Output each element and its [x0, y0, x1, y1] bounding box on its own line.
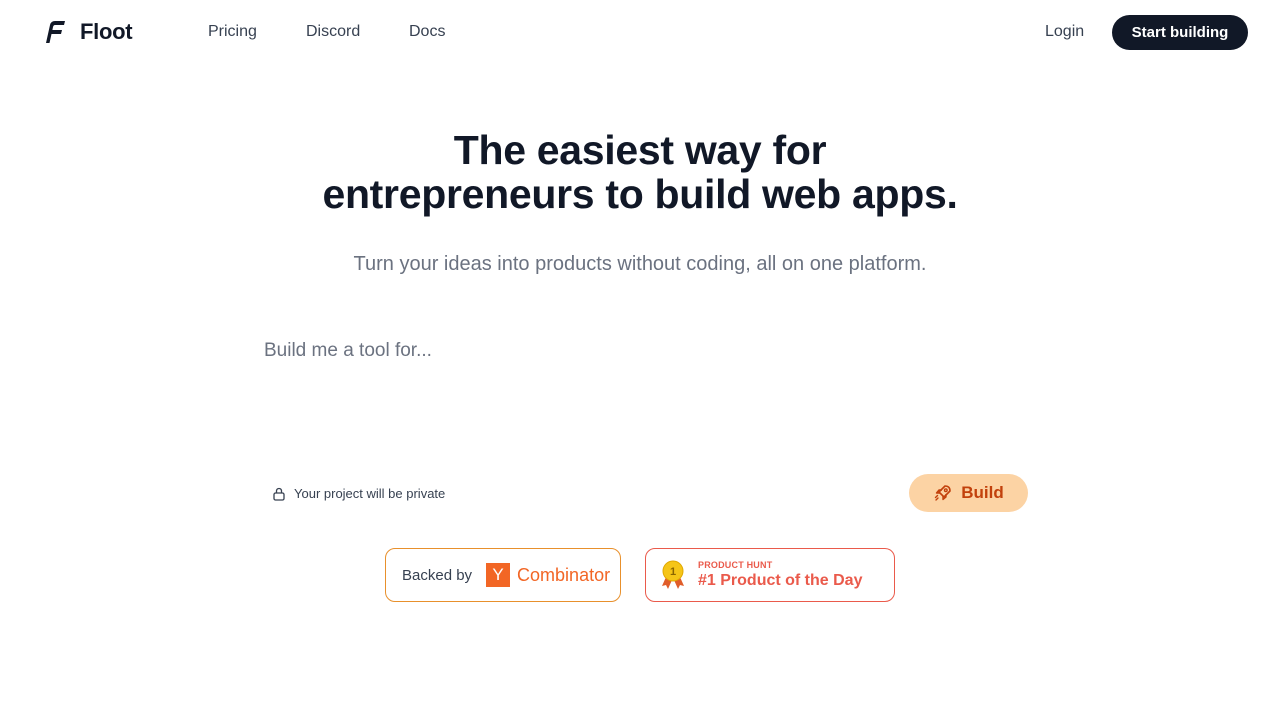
brand-name: Floot: [80, 19, 133, 44]
top-nav: Floot Pricing Discord Docs Login Start b…: [0, 0, 1280, 66]
hero-title-line-1: The easiest way for: [453, 127, 827, 173]
login-link[interactable]: Login: [1045, 23, 1084, 41]
hero-title: The easiest way for entrepreneurs to bui…: [0, 128, 1280, 216]
privacy-note: Your project will be private: [272, 486, 445, 501]
medal-icon: 1: [662, 560, 684, 589]
privacy-note-text: Your project will be private: [294, 486, 446, 501]
hero-subtitle: Turn your ideas into products without co…: [353, 253, 927, 275]
prompt-input[interactable]: [252, 328, 1028, 458]
rocket-icon: [935, 485, 952, 501]
build-button-label: Build: [961, 483, 1004, 502]
product-hunt-text: PRODUCT HUNT #1 Product of the Day: [698, 560, 862, 590]
product-hunt-label: PRODUCT HUNT: [698, 560, 773, 570]
floot-logo-icon: [46, 21, 65, 43]
build-button[interactable]: Build: [909, 474, 1028, 512]
nav-link-pricing[interactable]: Pricing: [208, 23, 257, 41]
hero-title-line-2: entrepreneurs to build web apps.: [322, 171, 958, 217]
yc-name: Combinator: [517, 564, 611, 585]
start-building-button[interactable]: Start building: [1112, 15, 1248, 50]
product-hunt-badge[interactable]: 1 PRODUCT HUNT #1 Product of the Day: [645, 548, 895, 602]
brand-logo[interactable]: Floot: [40, 19, 133, 45]
medal-number: 1: [670, 566, 676, 578]
yc-badge-prefix: Backed by: [402, 566, 473, 584]
yc-logo-icon: Y: [486, 563, 511, 587]
nav-link-docs[interactable]: Docs: [409, 23, 445, 41]
yc-badge[interactable]: Backed by Y Combinator: [385, 548, 621, 602]
lock-icon: [273, 487, 285, 501]
product-hunt-award: #1 Product of the Day: [698, 572, 863, 589]
nav-link-discord[interactable]: Discord: [306, 23, 360, 41]
